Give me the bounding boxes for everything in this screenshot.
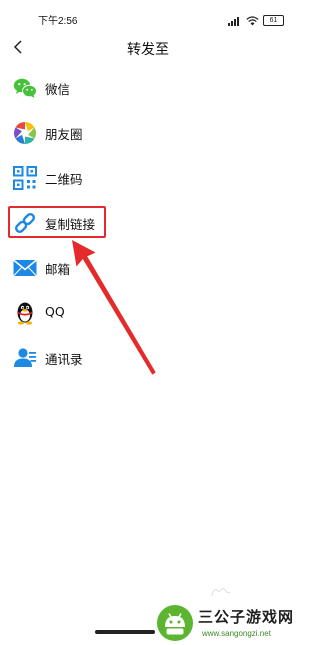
faint-doodle-icon: [211, 588, 231, 597]
share-item-mail[interactable]: 邮箱: [0, 246, 296, 290]
share-label-moments: 朋友圈: [45, 127, 83, 142]
copy-link-highlight-box: [8, 206, 106, 238]
android-logo-icon: [156, 604, 194, 642]
share-item-qq[interactable]: QQ: [0, 291, 296, 335]
share-label-mail: 邮箱: [45, 262, 71, 277]
share-item-moments[interactable]: 朋友圈: [0, 111, 296, 155]
share-item-wechat[interactable]: 微信: [0, 66, 296, 110]
contacts-icon: [13, 346, 37, 370]
watermark-url: www.sangongzi.net: [202, 629, 271, 638]
share-item-contacts[interactable]: 通讯录: [0, 336, 296, 380]
share-label-qr-code: 二维码: [45, 172, 83, 187]
wifi-icon: [246, 11, 259, 30]
battery-icon: 61: [263, 15, 284, 26]
qr-code-icon: [13, 166, 37, 190]
mail-icon: [13, 256, 37, 280]
watermark: 三公子游戏网 www.sangongzi.net: [156, 603, 294, 643]
share-screen: 下午2:56 61 转发至 微信 朋友圈 二维码 复制链接 邮箱 QQ 通讯录 …: [0, 0, 296, 645]
share-label-wechat: 微信: [45, 82, 71, 97]
watermark-title: 三公子游戏网: [198, 608, 295, 626]
title-bar: 转发至: [0, 34, 296, 62]
qq-penguin-icon: [13, 301, 37, 325]
home-indicator[interactable]: [95, 630, 155, 634]
share-label-qq: QQ: [45, 304, 65, 319]
status-icons: 61: [228, 11, 284, 30]
moments-icon: [13, 121, 37, 145]
share-label-contacts: 通讯录: [45, 352, 83, 367]
share-item-qr-code[interactable]: 二维码: [0, 156, 296, 200]
signal-icon: [228, 11, 242, 30]
wechat-icon: [13, 76, 37, 100]
page-title: 转发至: [127, 42, 169, 58]
status-time: 下午2:56: [38, 16, 78, 27]
status-bar: 下午2:56 61: [0, 0, 296, 34]
